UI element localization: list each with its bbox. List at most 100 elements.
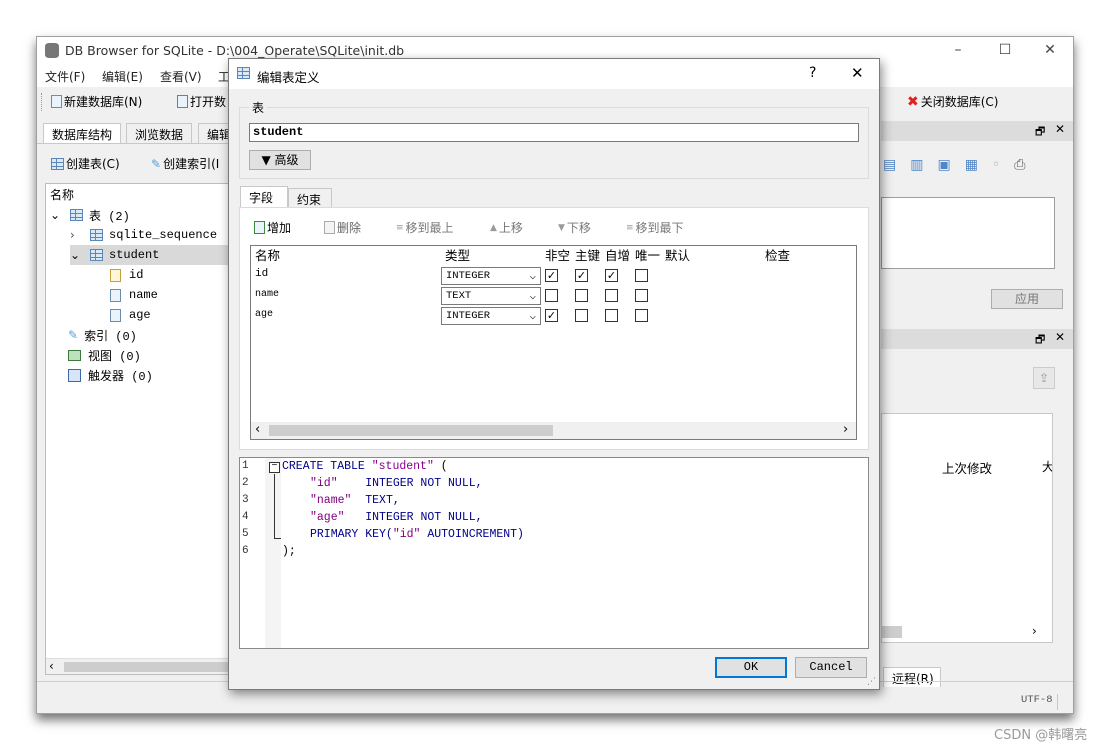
cancel-button[interactable]: Cancel <box>795 657 867 678</box>
schema-tree[interactable]: 名称 ⌄ 表 (2) › sqlite_sequence ⌄ student i… <box>45 183 235 675</box>
table-icon <box>237 67 250 79</box>
set-null-icon[interactable]: ▣ <box>937 157 950 177</box>
ok-button[interactable]: OK <box>715 657 787 678</box>
fields-horizontal-scrollbar[interactable]: ‹ › <box>251 422 856 439</box>
tree-node-field-age[interactable]: age <box>110 305 234 325</box>
tree-node-triggers[interactable]: 触发器 (0) <box>68 365 234 385</box>
unique-checkbox[interactable] <box>635 289 648 302</box>
move-bottom-button[interactable]: ≡ 移到最下 <box>626 219 684 236</box>
auto-increment-checkbox[interactable]: ✓ <box>605 269 618 282</box>
not-null-checkbox[interactable] <box>545 289 558 302</box>
field-name-cell[interactable]: id <box>255 268 268 280</box>
auto-increment-checkbox[interactable] <box>605 309 618 322</box>
edit-table-dialog: 编辑表定义 ? ✕ 表 student ▼ 高级 字段 约束 增加 删除 ≡ 移… <box>228 58 880 690</box>
field-type-select[interactable]: INTEGER ⌵ <box>441 267 541 285</box>
primary-key-checkbox[interactable] <box>575 289 588 302</box>
sql-line-5: PRIMARY KEY("id" AUTOINCREMENT) <box>310 528 524 541</box>
maximize-button[interactable]: ☐ <box>990 41 1020 61</box>
help-button[interactable]: ? <box>809 65 816 81</box>
dock-float-icon[interactable]: 🗗 <box>1035 331 1045 350</box>
tree-node-tables[interactable]: ⌄ 表 (2) <box>50 205 234 225</box>
chevron-right-icon: › <box>70 228 75 242</box>
scroll-left-icon[interactable]: ‹ <box>255 422 260 437</box>
move-top-button[interactable]: ≡ 移到最上 <box>396 219 454 236</box>
resize-grip-icon[interactable]: ⋰ <box>867 677 876 687</box>
scroll-right-icon[interactable]: › <box>1032 624 1037 638</box>
move-down-button[interactable]: ▼ 下移 <box>558 219 591 236</box>
tab-database-structure[interactable]: 数据库结构 <box>43 123 122 143</box>
create-table-button[interactable]: 创建表(C) <box>51 155 120 172</box>
remote-dock-header: 🗗 ✕ <box>881 329 1073 349</box>
tree-node-sqlite-sequence[interactable]: › sqlite_sequence <box>70 225 234 245</box>
edit-cell-dock-header: 🗗 ✕ <box>881 121 1073 141</box>
dock-close-icon[interactable]: ✕ <box>1055 122 1065 136</box>
print-icon[interactable]: ⎙ <box>1014 157 1025 177</box>
open-database-button[interactable]: 打开数 <box>177 93 226 110</box>
trigger-icon <box>68 368 81 382</box>
close-database-button[interactable]: ✖ 关闭数据库(C) <box>907 93 998 110</box>
export-icon[interactable]: ▥ <box>910 157 923 177</box>
field-row[interactable]: name TEXT ⌵ <box>251 286 856 306</box>
table-name-input[interactable]: student <box>249 123 859 142</box>
menu-edit[interactable]: 编辑(E) <box>102 68 143 85</box>
field-name-cell[interactable]: age <box>255 309 273 320</box>
unique-checkbox[interactable] <box>635 269 648 282</box>
close-window-button[interactable]: ✕ <box>1035 41 1065 61</box>
import-icon[interactable]: ▤ <box>883 157 896 177</box>
scroll-thumb[interactable] <box>269 425 553 436</box>
image-icon[interactable]: ▦ <box>965 157 978 177</box>
sql-preview-editor[interactable]: − 1 2 3 4 5 6 CREATE TABLE "student" ( "… <box>239 457 869 649</box>
new-database-button[interactable]: 新建数据库(N) <box>51 93 142 110</box>
dialog-close-button[interactable]: ✕ <box>851 64 864 82</box>
tab-fields[interactable]: 字段 <box>240 186 288 208</box>
field-row[interactable]: id INTEGER ⌵ ✓ ✓ ✓ <box>251 266 856 286</box>
unique-checkbox[interactable] <box>635 309 648 322</box>
field-row[interactable]: age INTEGER ⌵ ✓ <box>251 306 856 326</box>
dock-float-icon[interactable]: 🗗 <box>1035 123 1045 142</box>
remote-file-list[interactable]: 上次修改 大 › <box>881 413 1053 643</box>
menu-file[interactable]: 文件(F) <box>45 68 85 85</box>
line-number: 3 <box>242 494 249 506</box>
tab-constraints[interactable]: 约束 <box>288 188 332 208</box>
fold-toggle-icon[interactable]: − <box>269 462 280 473</box>
tree-node-field-name[interactable]: name <box>110 285 234 305</box>
fields-tab-panel: 增加 删除 ≡ 移到最上 ▲ 上移 ▼ 下移 ≡ 移到最下 名称 类型 非空 主… <box>239 207 869 450</box>
chevron-down-icon: ⌵ <box>529 270 536 283</box>
open-database-icon <box>177 95 188 108</box>
tree-horizontal-scrollbar[interactable]: ‹ <box>46 658 234 674</box>
dock-close-icon[interactable]: ✕ <box>1055 330 1065 344</box>
add-field-button[interactable]: 增加 <box>254 219 291 236</box>
dialog-title: 编辑表定义 <box>257 70 320 85</box>
scroll-left-icon[interactable]: ‹ <box>49 659 54 673</box>
advanced-toggle-button[interactable]: ▼ 高级 <box>249 150 311 170</box>
scroll-thumb[interactable] <box>882 626 902 638</box>
header-not-null: 非空 <box>545 248 571 263</box>
header-type: 类型 <box>445 248 471 263</box>
field-type-select[interactable]: TEXT ⌵ <box>441 287 541 305</box>
clear-icon[interactable]: ◦ <box>992 157 1000 177</box>
minimize-button[interactable]: – <box>943 41 973 61</box>
menu-view[interactable]: 查看(V) <box>160 68 202 85</box>
remote-action-icon[interactable]: ⇪ <box>1033 367 1055 389</box>
primary-key-checkbox[interactable] <box>575 309 588 322</box>
field-type-select[interactable]: INTEGER ⌵ <box>441 307 541 325</box>
primary-key-checkbox[interactable]: ✓ <box>575 269 588 282</box>
tree-node-student[interactable]: ⌄ student <box>70 245 234 265</box>
field-name-cell[interactable]: name <box>255 289 279 300</box>
apply-button[interactable]: 应用 <box>991 289 1063 309</box>
tab-browse-data[interactable]: 浏览数据 <box>126 123 193 143</box>
tree-node-views[interactable]: 视图 (0) <box>68 345 234 365</box>
column-last-modified: 上次修改 <box>942 461 993 476</box>
delete-field-button[interactable]: 删除 <box>324 219 361 236</box>
auto-increment-checkbox[interactable] <box>605 289 618 302</box>
create-index-button[interactable]: ✎ 创建索引(I <box>151 155 219 172</box>
tree-node-indexes[interactable]: ✎ 索引 (0) <box>68 325 234 345</box>
scroll-thumb[interactable] <box>64 662 229 672</box>
tree-node-field-id[interactable]: id <box>110 265 234 285</box>
edit-cell-textarea[interactable] <box>881 197 1055 269</box>
not-null-checkbox[interactable]: ✓ <box>545 269 558 282</box>
scroll-right-icon[interactable]: › <box>843 422 848 437</box>
move-up-button[interactable]: ▲ 上移 <box>490 219 523 236</box>
sql-line-3: "name" TEXT, <box>310 494 400 507</box>
not-null-checkbox[interactable]: ✓ <box>545 309 558 322</box>
